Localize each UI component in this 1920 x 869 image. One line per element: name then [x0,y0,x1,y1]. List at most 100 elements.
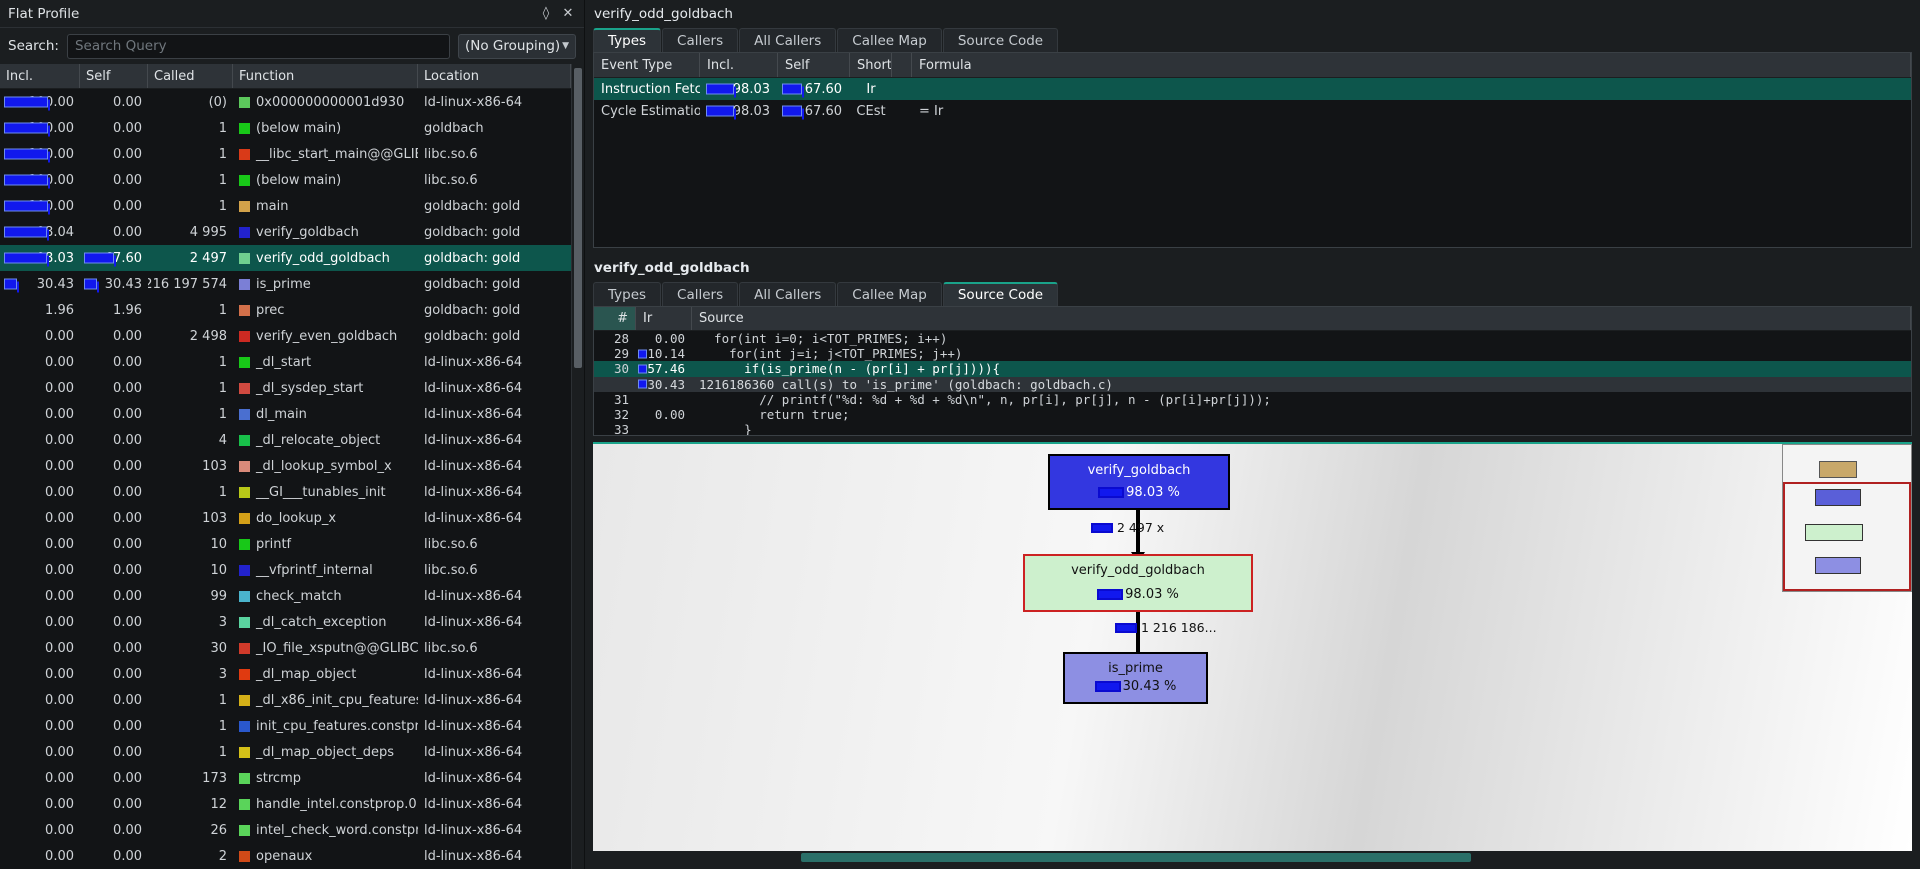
event-type-row[interactable]: Cycle Estimation98.0367.60CEst= Ir [594,100,1911,122]
cell-spacer [892,100,912,122]
table-row[interactable]: 0.000.001_dl_sysdep_startld-linux-x86-64 [0,375,571,401]
grouping-dropdown[interactable]: (No Grouping) ▼ [458,34,576,59]
cell-formula: = Ir [912,100,1911,122]
table-row[interactable]: 0.000.002 498verify_even_goldbachgoldbac… [0,323,571,349]
source-line-row[interactable]: 3057.46 if(is_prime(n - (pr[i] + pr[j]))… [594,361,1911,376]
cell-incl: 100.00 [0,193,80,219]
table-row[interactable]: 100.000.001__libc_start_main@@GLIBC...li… [0,141,571,167]
table-row[interactable]: 0.000.003_dl_catch_exceptionld-linux-x86… [0,609,571,635]
scrollbar-thumb[interactable] [574,68,582,368]
source-call-info-row[interactable]: 30.431216186360 call(s) to 'is_prime' (g… [594,377,1911,392]
cell-incl-value: 0.00 [45,563,74,578]
flat-profile-scrollbar[interactable] [571,64,584,869]
column-header-function[interactable]: Function [233,64,418,88]
table-row[interactable]: 0.000.001_dl_x86_init_cpu_featuresld-lin… [0,687,571,713]
call-graph-pane[interactable]: verify_goldbach 98.03 % 2 497 x verify_o… [593,442,1912,851]
cell-incl-value: 0.00 [45,849,74,864]
cell-ir: 57.46 [636,361,692,376]
cell-self: 0.00 [80,115,148,141]
column-header-ir[interactable]: Ir [636,307,692,330]
tab-callee-map[interactable]: Callee Map [837,28,942,52]
tab-callers[interactable]: Callers [662,28,738,52]
table-row[interactable]: 100.000.001(below main)libc.so.6 [0,167,571,193]
cost-bar-icon [4,123,48,134]
cell-location: ld-linux-x86-64 [418,791,571,817]
table-row[interactable]: 0.000.00103do_lookup_xld-linux-x86-64 [0,505,571,531]
cell-self: 0.00 [80,141,148,167]
cell-self: 0.00 [80,323,148,349]
column-header-self[interactable]: Self [778,53,850,77]
table-row[interactable]: 0.000.0099check_matchld-linux-x86-64 [0,583,571,609]
table-row[interactable]: 0.000.001_dl_map_object_depsld-linux-x86… [0,739,571,765]
table-row[interactable]: 0.000.001__GI___tunables_initld-linux-x8… [0,479,571,505]
cell-function-name: _dl_map_object [256,667,356,682]
source-line-row[interactable]: 320.00 return true; [594,407,1911,422]
function-color-swatch-icon [239,409,250,420]
function-color-swatch-icon [239,279,250,290]
source-line-row[interactable]: 280.00 for(int i=0; i<TOT_PRIMES; i++) [594,331,1911,346]
graph-node-verify-goldbach[interactable]: verify_goldbach 98.03 % [1048,454,1230,510]
table-row[interactable]: 1.961.961precgoldbach: gold [0,297,571,323]
close-icon[interactable]: ✕ [560,6,576,22]
table-row[interactable]: 30.4330.431 216 197 574is_primegoldbach:… [0,271,571,297]
hscrollbar-thumb[interactable] [801,853,1471,862]
table-row[interactable]: 0.000.002openauxld-linux-x86-64 [0,843,571,869]
table-row[interactable]: 0.000.001_dl_startld-linux-x86-64 [0,349,571,375]
table-row[interactable]: 0.000.0012handle_intel.constprop.0ld-lin… [0,791,571,817]
table-row[interactable]: 0.000.0030_IO_file_xsputn@@GLIBC_2...lib… [0,635,571,661]
search-input[interactable] [67,34,450,59]
call-graph-hscrollbar[interactable] [593,851,1912,864]
source-line-row[interactable]: 31 // printf("%d: %d + %d + %d\n", n, pr… [594,392,1911,407]
column-header-called[interactable]: Called [148,64,233,88]
tab-all-callers[interactable]: All Callers [739,282,836,306]
cell-function-name: is_prime [256,277,311,292]
tab-types[interactable]: Types [593,282,661,306]
table-row[interactable]: 100.000.00(0)0x000000000001d930ld-linux-… [0,89,571,115]
column-header-event-type[interactable]: Event Type [594,53,700,77]
source-line-row[interactable]: 2910.14 for(int j=i; j<TOT_PRIMES; j++) [594,346,1911,361]
table-row[interactable]: 0.000.00173strcmpld-linux-x86-64 [0,765,571,791]
cell-incl: 30.43 [0,271,80,297]
column-header-line-number[interactable]: # [594,307,636,330]
float-icon[interactable]: ◊ [538,6,554,22]
cell-incl-value: 0.00 [45,797,74,812]
column-header-short[interactable]: Short [850,53,892,77]
cell-function-name: intel_check_word.constpro... [256,823,418,838]
cell-self-value: 0.00 [113,147,142,162]
table-row[interactable]: 100.000.001(below main)goldbach [0,115,571,141]
graph-node-is-prime[interactable]: is_prime 30.43 % [1063,652,1208,704]
cell-self-value: 0.00 [113,381,142,396]
table-row[interactable]: 0.000.001dl_mainld-linux-x86-64 [0,401,571,427]
column-header-formula[interactable]: Formula [912,53,1911,77]
node-cost-value: 98.03 % [1125,587,1179,602]
column-header-incl[interactable]: Incl. [700,53,778,77]
tab-callee-map[interactable]: Callee Map [837,282,942,306]
event-type-row[interactable]: Instruction Fetch98.0367.60Ir [594,78,1911,100]
table-row[interactable]: 0.000.001init_cpu_features.constpro...ld… [0,713,571,739]
column-header-incl[interactable]: Incl. [0,64,80,88]
table-row[interactable]: 0.000.004_dl_relocate_objectld-linux-x86… [0,427,571,453]
cell-incl: 0.00 [0,349,80,375]
table-row[interactable]: 0.000.0026intel_check_word.constpro...ld… [0,817,571,843]
tab-source-code[interactable]: Source Code [943,28,1058,52]
table-row[interactable]: 0.000.0010printflibc.so.6 [0,531,571,557]
tab-callers[interactable]: Callers [662,282,738,306]
column-header-location[interactable]: Location [418,64,571,88]
tab-all-callers[interactable]: All Callers [739,28,836,52]
table-row[interactable]: 98.0367.602 497verify_odd_goldbachgoldba… [0,245,571,271]
column-header-self[interactable]: Self [80,64,148,88]
table-row[interactable]: 0.000.0010__vfprintf_internallibc.so.6 [0,557,571,583]
tab-source-code[interactable]: Source Code [943,282,1058,306]
cell-self: 0.00 [80,791,148,817]
table-row[interactable]: 0.000.003_dl_map_objectld-linux-x86-64 [0,661,571,687]
source-line-row[interactable]: 33 } [594,422,1911,436]
table-row[interactable]: 0.000.00103_dl_lookup_symbol_xld-linux-x… [0,453,571,479]
column-header-source[interactable]: Source [692,307,1911,330]
table-row[interactable]: 100.000.001maingoldbach: gold [0,193,571,219]
function-color-swatch-icon [239,539,250,550]
graph-minimap[interactable] [1782,444,1912,592]
tab-types[interactable]: Types [593,28,661,52]
graph-node-verify-odd-goldbach[interactable]: verify_odd_goldbach 98.03 % [1023,554,1253,612]
table-row[interactable]: 98.040.004 995verify_goldbachgoldbach: g… [0,219,571,245]
cell-source-text: 1216186360 call(s) to 'is_prime' (goldba… [692,377,1911,392]
